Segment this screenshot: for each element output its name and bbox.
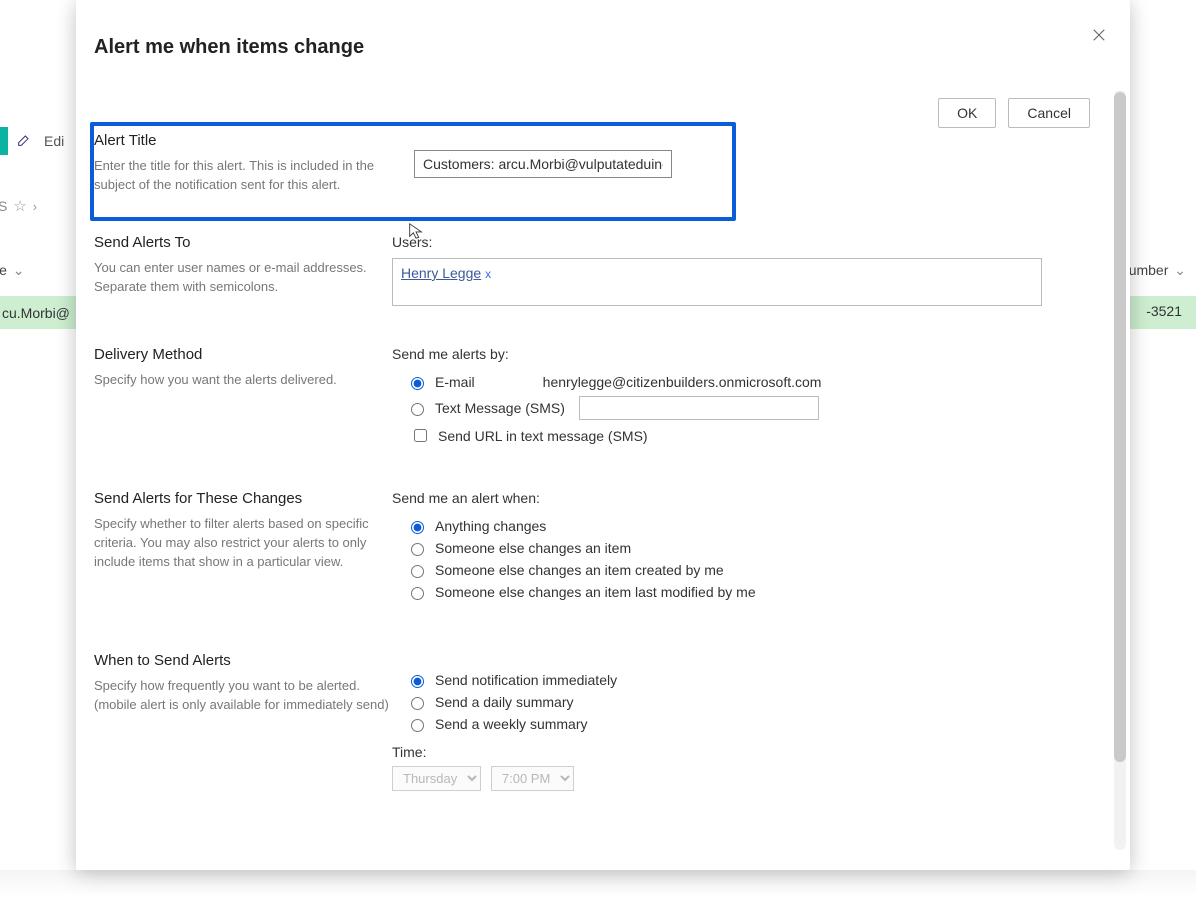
changes-option-3-radio[interactable] [411,587,424,600]
bg-selected-row-phone: -3521 [1146,303,1182,319]
bg-column-le-text: le [0,262,7,278]
dialog-scroll-area: OK Cancel Alert Title Enter the title fo… [76,88,1130,870]
changes-option-0-radio[interactable] [411,521,424,534]
when-option-1-radio[interactable] [411,697,424,710]
when-desc: Specify how frequently you want to be al… [94,677,396,715]
dialog-body: OK Cancel Alert Title Enter the title fo… [94,88,1100,870]
close-button[interactable] [1086,22,1112,48]
when-option-0-label: Send notification immediately [435,672,617,688]
delivery-sms-label: Text Message (SMS) [435,400,565,416]
changes-option-1-label: Someone else changes an item [435,540,631,556]
section-delivery: Delivery Method Specify how you want the… [94,346,1100,445]
section-alert-title: Alert Title Enter the title for this ale… [94,132,1100,195]
delivery-sms-url-checkbox[interactable] [414,429,427,442]
delivery-sms-url-label: Send URL in text message (SMS) [438,428,648,444]
chevron-down-icon: ⌄ [1174,262,1186,278]
page-footer-shadow [0,870,1196,896]
chevron-down-icon: ⌄ [13,262,25,278]
delivery-sms-input[interactable] [579,396,819,420]
changes-desc: Specify whether to filter alerts based o… [94,515,396,572]
section-when: When to Send Alerts Specify how frequent… [94,652,1100,791]
bg-toolbar-fragment: Edi [0,127,64,155]
delivery-email-label: E-mail [435,374,475,390]
time-day-select[interactable]: Thursday [392,766,481,791]
bg-column-number-text: umber [1129,262,1169,278]
changes-option-3-label: Someone else changes an item last modifi… [435,584,756,600]
section-changes: Send Alerts for These Changes Specify wh… [94,490,1100,606]
users-label: Users: [392,234,1100,250]
bg-column-number: umber ⌄ [1129,262,1186,279]
scrollbar[interactable] [1114,90,1126,850]
bg-column-le: le ⌄ [0,262,25,279]
bg-star-row: S ☆ › [0,197,37,215]
cancel-button[interactable]: Cancel [1008,98,1090,128]
when-heading: When to Send Alerts [94,652,396,669]
alert-title-heading: Alert Title [94,132,396,149]
changes-option-2-label: Someone else changes an item created by … [435,562,724,578]
delivery-heading: Delivery Method [94,346,396,363]
alert-title-desc: Enter the title for this alert. This is … [94,157,396,195]
delivery-email-address: henrylegge@citizenbuilders.onmicrosoft.c… [543,374,822,390]
bg-selected-row-email: cu.Morbi@ [2,305,70,321]
users-input[interactable]: Henry Legge x [392,258,1042,306]
when-option-0-radio[interactable] [411,675,424,688]
user-chip[interactable]: Henry Legge [401,265,481,281]
scrollbar-thumb[interactable] [1114,92,1126,762]
delivery-sms-radio[interactable] [411,403,424,416]
edit-icon [16,132,32,151]
when-option-2-radio[interactable] [411,719,424,732]
delivery-desc: Specify how you want the alerts delivere… [94,371,396,390]
when-option-1-label: Send a daily summary [435,694,574,710]
dialog-button-bar: OK Cancel [938,98,1090,128]
changes-prompt: Send me an alert when: [392,490,1100,506]
alert-dialog: Alert me when items change OK Cancel Ale… [76,0,1130,870]
changes-option-2-radio[interactable] [411,565,424,578]
alert-title-input[interactable] [414,150,672,178]
chevron-right-icon: › [33,199,37,214]
send-to-desc: You can enter user names or e-mail addre… [94,259,396,297]
delivery-email-radio[interactable] [411,377,424,390]
send-to-heading: Send Alerts To [94,234,396,251]
dialog-title: Alert me when items change [94,36,364,59]
bg-edit-label: Edi [44,133,64,149]
bg-star-row-text: S [0,198,7,214]
ok-button[interactable]: OK [938,98,996,128]
time-label: Time: [392,744,1100,760]
send-by-label: Send me alerts by: [392,346,1100,362]
close-icon [1090,26,1108,44]
bg-teal-chip [0,127,8,155]
when-option-2-label: Send a weekly summary [435,716,588,732]
time-hour-select[interactable]: 7:00 PM [491,766,574,791]
changes-option-1-radio[interactable] [411,543,424,556]
section-send-to: Send Alerts To You can enter user names … [94,234,1100,306]
changes-option-0-label: Anything changes [435,518,546,534]
star-icon: ☆ [13,197,26,215]
remove-user-button[interactable]: x [485,267,491,281]
changes-heading: Send Alerts for These Changes [94,490,396,507]
